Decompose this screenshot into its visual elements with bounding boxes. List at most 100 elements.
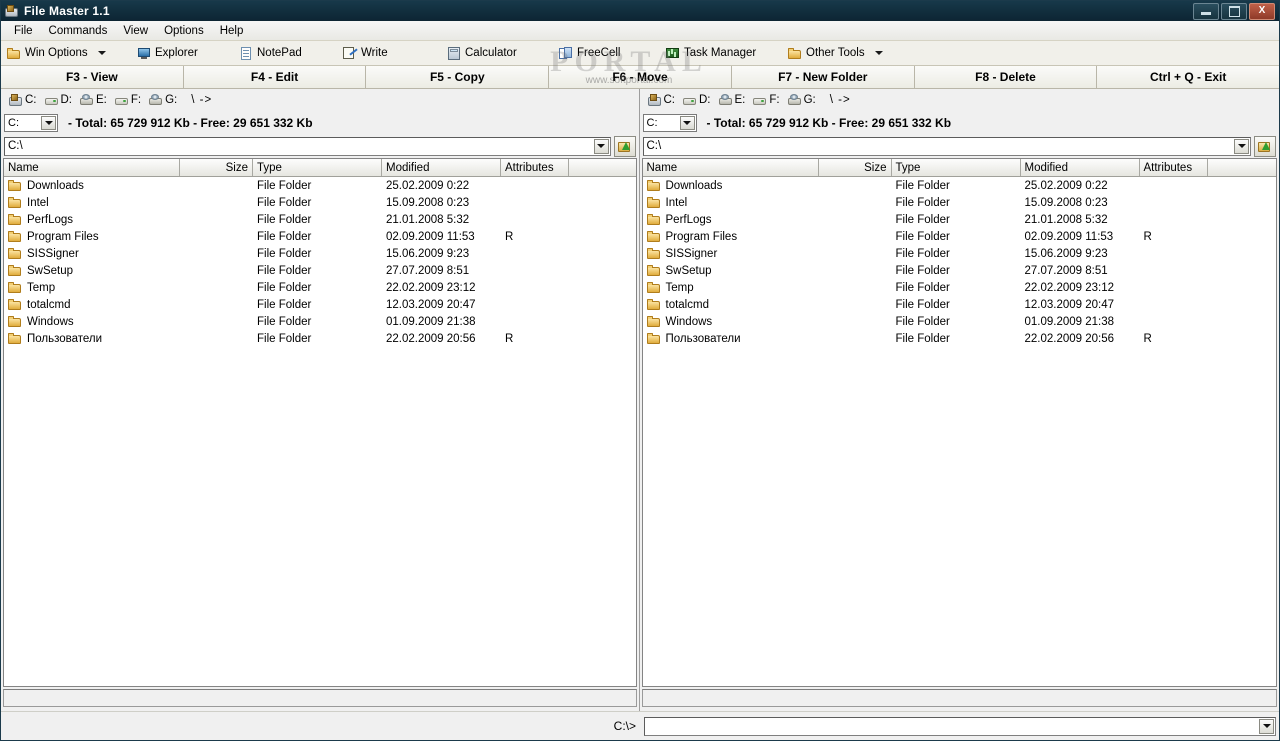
table-row[interactable]: Program Files File Folder 02.09.2009 11:53… [4, 228, 636, 245]
left-root-button[interactable]: \ -> [183, 94, 220, 106]
left-column-headers: Name Size Type Modified Attributes [4, 159, 636, 177]
chevron-down-icon[interactable] [97, 51, 106, 55]
left-up-folder-button[interactable] [613, 135, 636, 157]
left-panel: C: D: E: F: G: \ -> C: - Total: 65 729 9… [1, 89, 640, 711]
right-col-attributes[interactable]: Attributes [1140, 159, 1208, 176]
table-row[interactable]: Intel File Folder 15.09.2008 0:23 [643, 194, 1277, 211]
cell-name: SwSetup [643, 264, 819, 277]
command-input[interactable] [644, 716, 1276, 736]
minimize-button[interactable] [1193, 2, 1219, 20]
fkey-f3-view[interactable]: F3 - View [1, 66, 184, 88]
left-path-input[interactable]: C:\ [4, 136, 611, 156]
table-row[interactable]: Windows File Folder 01.09.2009 21:38 [4, 313, 636, 330]
chevron-down-icon[interactable] [41, 115, 56, 130]
table-row[interactable]: Temp File Folder 22.02.2009 23:12 [4, 279, 636, 296]
chevron-down-icon[interactable] [679, 115, 695, 130]
table-row[interactable]: PerfLogs File Folder 21.01.2008 5:32 [643, 211, 1277, 228]
toolbar-other-tools[interactable]: Other Tools [782, 42, 909, 64]
right-drive-g[interactable]: G: [786, 90, 822, 110]
table-row[interactable]: Пользователи File Folder 22.02.2009 20:56 R [643, 330, 1277, 347]
right-up-folder-button[interactable] [1254, 135, 1276, 157]
cell-type: File Folder [895, 281, 950, 294]
chevron-down-icon[interactable] [874, 51, 883, 55]
right-drive-d[interactable]: D: [681, 90, 717, 110]
toolbar-write[interactable]: Write [337, 42, 441, 64]
cell-modified: 15.09.2008 0:23 [386, 196, 470, 209]
left-drive-select[interactable]: C: [4, 113, 58, 132]
calculator-icon [447, 46, 461, 60]
right-drive-e[interactable]: E: [717, 90, 752, 110]
cell-modified: 01.09.2009 21:38 [386, 315, 476, 328]
table-row[interactable]: Temp File Folder 22.02.2009 23:12 [643, 279, 1277, 296]
left-col-modified[interactable]: Modified [382, 159, 501, 176]
toolbar-task-manager[interactable]: Task Manager [660, 42, 782, 64]
right-path-input[interactable]: C:\ [642, 136, 1251, 156]
left-drive-d[interactable]: D: [43, 90, 79, 110]
toolbar-notepad[interactable]: NotePad [233, 42, 337, 64]
table-row[interactable]: SISSigner File Folder 15.06.2009 9:23 [643, 245, 1277, 262]
right-col-type[interactable]: Type [892, 159, 1021, 176]
maximize-button[interactable] [1221, 2, 1247, 20]
folder-icon [8, 281, 22, 294]
menu-item-file[interactable]: File [6, 23, 41, 39]
table-row[interactable]: Intel File Folder 15.09.2008 0:23 [4, 194, 636, 211]
fkey-f7-new-folder[interactable]: F7 - New Folder [732, 66, 915, 88]
chevron-down-icon[interactable] [593, 138, 609, 154]
cell-modified: 21.01.2008 5:32 [386, 213, 470, 226]
cell-type: File Folder [257, 264, 312, 277]
right-col-size[interactable]: Size [819, 159, 892, 176]
table-row[interactable]: SISSigner File Folder 15.06.2009 9:23 [4, 245, 636, 262]
fkey-ctrl-q-exit[interactable]: Ctrl + Q - Exit [1097, 66, 1279, 88]
right-col-modified[interactable]: Modified [1021, 159, 1140, 176]
table-row[interactable]: totalcmd File Folder 12.03.2009 20:47 [643, 296, 1277, 313]
cell-modified: 25.02.2009 0:22 [386, 179, 470, 192]
cell-type: File Folder [895, 332, 950, 345]
table-row[interactable]: SwSetup File Folder 27.07.2009 8:51 [643, 262, 1277, 279]
table-row[interactable]: Downloads File Folder 25.02.2009 0:22 [4, 177, 636, 194]
toolbar-calculator[interactable]: Calculator [441, 42, 553, 64]
table-row[interactable]: SwSetup File Folder 27.07.2009 8:51 [4, 262, 636, 279]
table-row[interactable]: PerfLogs File Folder 21.01.2008 5:32 [4, 211, 636, 228]
toolbar-win-options[interactable]: Win Options [1, 42, 131, 64]
folder-icon [646, 281, 661, 294]
table-row[interactable]: Windows File Folder 01.09.2009 21:38 [643, 313, 1277, 330]
fkey-f6-move[interactable]: F6 - Move [549, 66, 732, 88]
left-col-type[interactable]: Type [253, 159, 382, 176]
cell-name: totalcmd [643, 298, 819, 311]
left-drive-c[interactable]: C: [7, 90, 43, 110]
up-folder-icon [1258, 140, 1272, 153]
menu-item-view[interactable]: View [115, 23, 156, 39]
right-drive-c[interactable]: C: [646, 90, 682, 110]
left-col-name[interactable]: Name [4, 159, 180, 176]
left-drive-f[interactable]: F: [113, 90, 147, 110]
table-row[interactable]: Downloads File Folder 25.02.2009 0:22 [643, 177, 1277, 194]
toolbar-explorer[interactable]: Explorer [131, 42, 233, 64]
left-col-attributes[interactable]: Attributes [501, 159, 569, 176]
right-drive-f[interactable]: F: [751, 90, 785, 110]
left-drive-e[interactable]: E: [78, 90, 113, 110]
removable-drive-icon [44, 94, 59, 107]
folder-icon [8, 230, 22, 243]
fkey-f5-copy[interactable]: F5 - Copy [366, 66, 550, 88]
right-drive-select[interactable]: C: [642, 113, 697, 132]
table-row[interactable]: totalcmd File Folder 12.03.2009 20:47 [4, 296, 636, 313]
menu-item-options[interactable]: Options [156, 23, 212, 39]
table-row[interactable]: Program Files File Folder 02.09.2009 11:53… [643, 228, 1277, 245]
left-drive-g[interactable]: G: [147, 90, 183, 110]
close-button[interactable]: X [1249, 2, 1275, 20]
cell-type: File Folder [895, 196, 950, 209]
cell-name: Пользователи [643, 332, 819, 345]
right-root-button[interactable]: \ -> [822, 94, 859, 106]
chevron-down-icon[interactable] [1259, 718, 1274, 734]
table-row[interactable]: Пользователи File Folder 22.02.2009 20:56 R [4, 330, 636, 347]
fkey-f4-edit[interactable]: F4 - Edit [184, 66, 367, 88]
menu-item-commands[interactable]: Commands [41, 23, 116, 39]
right-panel: C: D: E: F: G: \ -> C: - Total: 65 729 9… [639, 89, 1279, 711]
right-col-name[interactable]: Name [643, 159, 819, 176]
menu-item-help[interactable]: Help [212, 23, 252, 39]
toolbar-freecell[interactable]: FreeCell [553, 42, 660, 64]
cell-name: Windows [643, 315, 819, 328]
chevron-down-icon[interactable] [1234, 138, 1249, 154]
fkey-f8-delete[interactable]: F8 - Delete [915, 66, 1098, 88]
left-col-size[interactable]: Size [180, 159, 253, 176]
